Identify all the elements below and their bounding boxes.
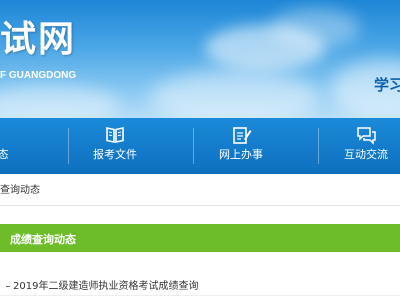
site-subtitle: F GUANGDONG <box>0 70 77 81</box>
section-header: 成绩查询动态 <box>0 224 400 252</box>
header-banner: 试网 F GUANGDONG 学习 <box>0 0 400 118</box>
nav-item-label: 网上办事 <box>219 148 263 161</box>
edit-document-icon <box>233 127 252 144</box>
nav-item-online-services[interactable]: 网上办事 <box>200 118 282 174</box>
chat-bubbles-icon <box>357 127 376 145</box>
cloud-decoration <box>150 70 320 118</box>
nav-item-label: 报考文件 <box>93 148 137 161</box>
main-nav: 态 报考文件 网上办事 互动交流 <box>0 118 400 174</box>
nav-divider <box>318 128 319 164</box>
section-title: 成绩查询动态 <box>10 233 76 246</box>
nav-divider <box>68 128 69 164</box>
nav-item-interaction[interactable]: 互动交流 <box>325 118 400 174</box>
divider <box>0 295 400 296</box>
book-icon <box>106 127 124 143</box>
cloud-decoration <box>0 85 120 118</box>
divider <box>0 205 400 206</box>
bullet-icon <box>6 285 10 287</box>
cloud-decoration <box>270 8 360 48</box>
nav-item-label: 态 <box>0 148 9 161</box>
slogan-text: 学习 <box>374 76 400 94</box>
nav-item-news[interactable]: 态 <box>0 118 44 174</box>
list-item-link[interactable]: 2019年二级建造师执业资格考试成绩查询 <box>13 281 198 292</box>
site-title[interactable]: 试网 <box>0 10 76 62</box>
nav-item-label: 互动交流 <box>344 148 388 161</box>
list-item[interactable]: 2019年二级建造师执业资格考试成绩查询 <box>6 277 198 292</box>
nav-divider <box>193 128 194 164</box>
breadcrumb[interactable]: 查询动态 <box>0 181 40 196</box>
nav-item-exam-documents[interactable]: 报考文件 <box>74 118 156 174</box>
